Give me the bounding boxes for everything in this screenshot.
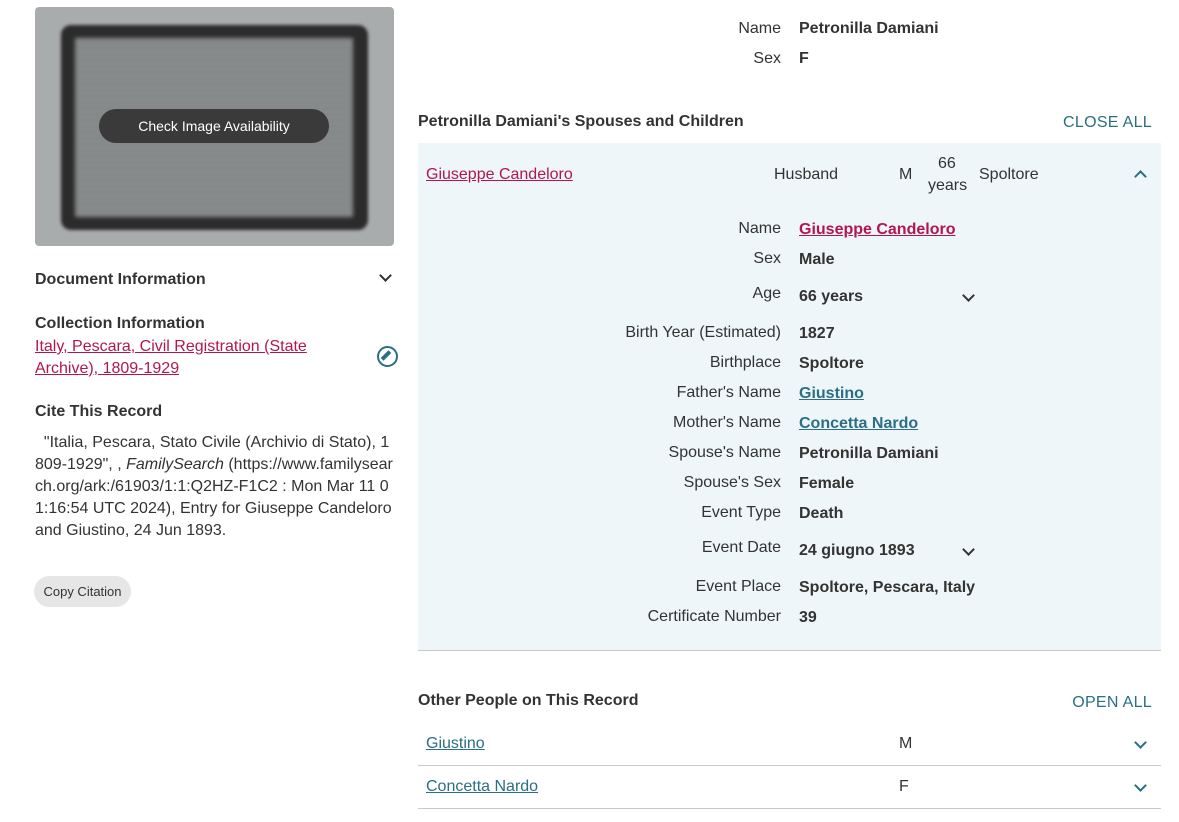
compass-icon[interactable] <box>377 346 398 367</box>
fact-value: Petronilla Damiani <box>799 445 939 462</box>
other-person-sex: F <box>899 778 909 795</box>
expand-chevron-icon[interactable] <box>1134 736 1147 749</box>
principal-name-value: Petronilla Damiani <box>799 20 939 37</box>
citation-source: FamilySearch <box>126 456 224 473</box>
row-divider <box>418 765 1161 766</box>
fact-label: Birthplace <box>709 354 781 371</box>
record-image-thumbnail[interactable]: Check Image Availability <box>35 7 394 246</box>
principal-name-label: Name <box>738 20 781 37</box>
principal-sex-value: F <box>799 50 809 67</box>
fact-label: Birth Year (Estimated) <box>625 324 781 341</box>
fact-label: Spouse's Sex <box>683 474 781 491</box>
fact-value: Male <box>799 251 835 268</box>
fact-value: 66 years <box>799 288 864 305</box>
other-people-heading: Other People on This Record <box>418 692 639 709</box>
document-information-heading[interactable]: Document Information <box>35 271 206 289</box>
fact-value: Spoltore <box>799 355 864 372</box>
fact-label: Mother's Name <box>673 414 781 431</box>
fact-label: Name <box>738 220 781 237</box>
citation-text: "Italia, Pescara, Stato Civile (Archivio… <box>35 432 395 542</box>
mother-name-link[interactable]: Concetta Nardo <box>799 415 918 433</box>
spouse-place: Spoltore <box>979 166 1039 183</box>
expand-chevron-icon[interactable] <box>1134 779 1147 792</box>
fact-label: Father's Name <box>676 384 781 401</box>
copy-citation-button[interactable]: Copy Citation <box>34 576 131 607</box>
other-person-link[interactable]: Giustino <box>426 735 485 753</box>
fact-value: 1827 <box>799 325 835 342</box>
collection-link[interactable]: Italy, Pescara, Civil Registration (Stat… <box>35 336 335 380</box>
principal-sex-label: Sex <box>753 50 781 67</box>
collection-information-heading: Collection Information <box>35 315 205 332</box>
fact-label: Event Date <box>701 539 781 556</box>
spouse-expanded-panel <box>418 143 1161 651</box>
row-divider <box>418 808 1161 809</box>
close-all-button[interactable]: CLOSE ALL <box>1063 114 1152 132</box>
fact-label: Event Place <box>695 578 781 595</box>
fact-value: Death <box>799 505 844 522</box>
other-person-link[interactable]: Concetta Nardo <box>426 778 538 796</box>
spouse-age-number: 66 <box>938 155 956 172</box>
chevron-down-icon[interactable] <box>379 269 392 282</box>
spouse-sex: M <box>899 166 913 183</box>
fact-label: Certificate Number <box>647 608 781 625</box>
spouse-age-unit: years <box>928 177 968 194</box>
spouse-name-link[interactable]: Giuseppe Candeloro <box>426 166 573 184</box>
father-name-link[interactable]: Giustino <box>799 385 864 403</box>
spouses-heading: Petronilla Damiani's Spouses and Childre… <box>418 113 744 130</box>
fact-value: Spoltore, Pescara, Italy <box>799 579 976 596</box>
fact-value: Female <box>799 475 855 492</box>
fact-label: Age <box>752 285 781 302</box>
spouse-relation: Husband <box>774 166 839 183</box>
fact-value: 39 <box>799 609 817 626</box>
open-all-button[interactable]: OPEN ALL <box>1072 694 1152 712</box>
fact-label: Spouse's Name <box>668 444 781 461</box>
fact-label: Sex <box>753 250 781 267</box>
fact-value: 24 giugno 1893 <box>799 542 915 559</box>
cite-record-heading: Cite This Record <box>35 403 163 420</box>
other-person-sex: M <box>899 735 913 752</box>
check-image-availability-button[interactable]: Check Image Availability <box>99 109 329 143</box>
fact-value-name-link[interactable]: Giuseppe Candeloro <box>799 221 955 239</box>
fact-label: Event Type <box>701 504 781 521</box>
